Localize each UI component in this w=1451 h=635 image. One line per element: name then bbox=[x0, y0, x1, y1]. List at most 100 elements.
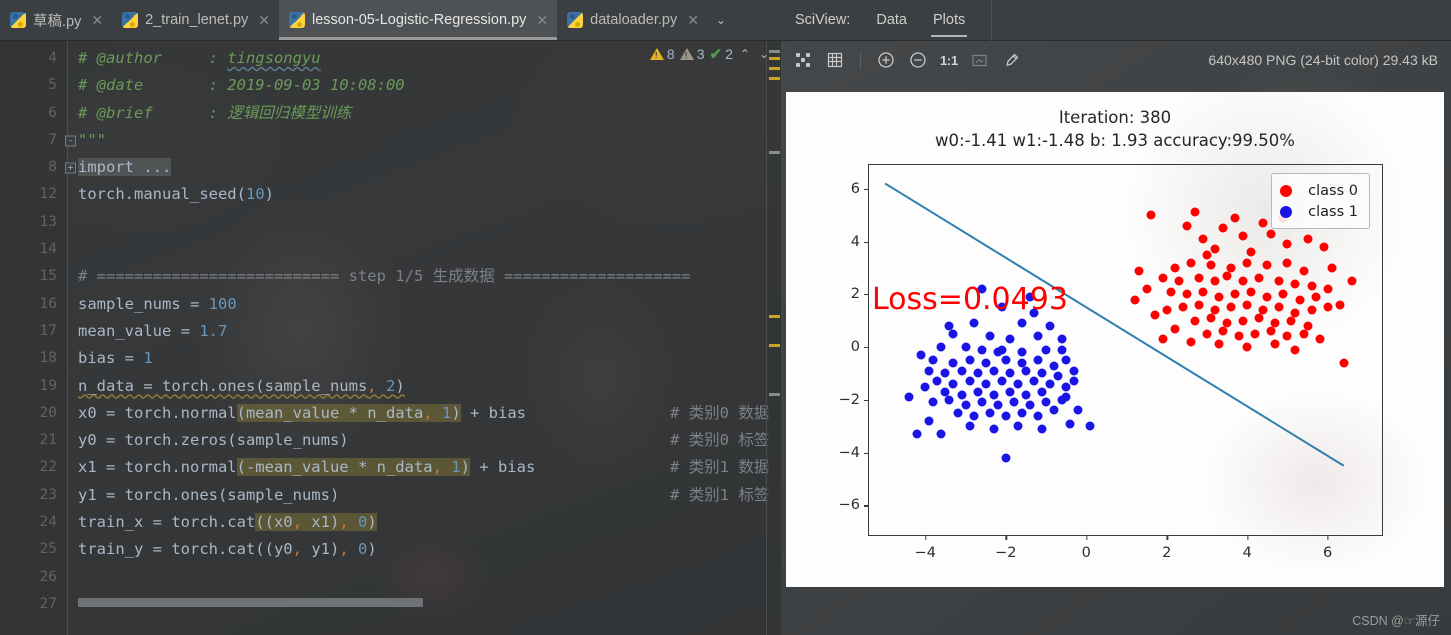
zoom-in-icon[interactable] bbox=[876, 50, 896, 70]
code-token: , bbox=[339, 513, 349, 532]
y-axis-tick-label: −6 bbox=[839, 497, 870, 513]
line-number: 7- bbox=[0, 127, 76, 154]
watermark-label: CSDN @☞源仔 bbox=[1352, 614, 1440, 628]
actual-size-button[interactable]: 1:1 bbox=[940, 53, 958, 68]
tab-plots[interactable]: Plots bbox=[930, 0, 968, 41]
code-token: 0 bbox=[358, 513, 368, 532]
code-line: train_x = torch.cat((x0, x1), 0) bbox=[68, 509, 781, 536]
code-token: train_y = torch.cat((y0 bbox=[78, 540, 293, 559]
python-file-icon bbox=[122, 12, 139, 28]
plot-image[interactable]: Iteration: 380 w0:-1.41 w1:-1.48 b: 1.93… bbox=[786, 92, 1444, 587]
line-number: 23 bbox=[39, 486, 57, 503]
code-token: sample_nums = bbox=[78, 294, 209, 313]
legend-marker-class1 bbox=[1280, 205, 1293, 218]
code-inline-comment: # 类别1 标签 bbox=[670, 485, 770, 504]
code-line: y1 = torch.ones(sample_nums) # 类别1 标签 bbox=[68, 482, 781, 509]
ok-count: 2 bbox=[725, 46, 733, 62]
editor-marker[interactable] bbox=[769, 315, 780, 318]
code-token: (-mean_value * n_data bbox=[236, 458, 433, 477]
code-token: 100 bbox=[208, 294, 237, 313]
editor-tab[interactable]: lesson-05-Logistic-Regression.py ✕ bbox=[279, 0, 558, 40]
code-token: # @author : bbox=[78, 49, 228, 67]
editor-tab-bar: 草稿.py ✕ 2_train_lenet.py ✕ lesson-05-Logisti… bbox=[0, 0, 781, 41]
code-token: tingsongyu bbox=[227, 49, 321, 67]
eyedropper-icon[interactable] bbox=[1002, 50, 1022, 70]
line-number: 13 bbox=[39, 213, 57, 230]
editor-body: 4 5 6 7-8 +12 13 14 15 16 17 18 19 20 21 22 23 24 25 26 27 … bbox=[0, 41, 781, 635]
code-token: ) bbox=[264, 185, 274, 204]
editor-marker[interactable] bbox=[769, 393, 780, 396]
close-icon[interactable]: ✕ bbox=[91, 13, 103, 27]
plot-axes: class 0 class 1 −6 −4 −2 0 2 4 6 −4 −2 0 2 4 6 bbox=[839, 164, 1383, 561]
close-icon[interactable]: ✕ bbox=[536, 13, 548, 27]
code-token: 10 bbox=[245, 185, 265, 204]
weak-warning-count: 3 bbox=[696, 46, 705, 62]
line-number: 19 bbox=[39, 377, 57, 394]
editor-tab[interactable]: 草稿.py ✕ bbox=[0, 0, 112, 40]
code-token: x1) bbox=[301, 513, 340, 532]
python-file-icon bbox=[289, 12, 305, 28]
tab-data[interactable]: Data bbox=[876, 0, 907, 41]
sciview-header: SciView: Data Plots bbox=[781, 0, 1451, 41]
editor-tab[interactable]: dataloader.py ✕ bbox=[557, 0, 708, 40]
plot-legend: class 0 class 1 bbox=[1271, 173, 1370, 229]
editor-marker[interactable] bbox=[769, 151, 780, 154]
legend-marker-class0 bbox=[1280, 184, 1293, 197]
weak-warning-indicator[interactable]: 3 bbox=[679, 46, 705, 62]
y-axis-tick-label: 0 bbox=[851, 339, 870, 355]
code-token: 1 bbox=[451, 458, 461, 477]
line-number: 21 bbox=[39, 432, 57, 449]
editor-tab[interactable]: 2_train_lenet.py ✕ bbox=[112, 0, 279, 40]
plot-title: Iteration: 380 w0:-1.41 w1:-1.48 b: 1.93… bbox=[786, 106, 1444, 152]
select-region-icon[interactable] bbox=[970, 50, 990, 70]
editor-tab-label: dataloader.py bbox=[590, 12, 678, 28]
code-line: torch.manual_seed(10) bbox=[68, 181, 781, 208]
line-number: 15 bbox=[39, 268, 57, 285]
ok-indicator[interactable]: ✔ 2 bbox=[710, 46, 733, 62]
code-inline-comment: # 类别0 标签 bbox=[670, 431, 770, 450]
editor-marker-strip[interactable] bbox=[766, 41, 781, 635]
plot-title-line1: Iteration: 380 bbox=[1058, 108, 1172, 127]
zoom-out-icon[interactable] bbox=[908, 50, 928, 70]
check-mark-icon: ✔ bbox=[709, 45, 723, 63]
code-token bbox=[432, 403, 442, 422]
code-token: ) bbox=[395, 376, 405, 395]
sciview-panel: SciView: Data Plots 1:1 640x480 PNG (24-… bbox=[781, 0, 1451, 635]
code-inline-comment: # 类别0 数据 bbox=[670, 403, 770, 422]
close-icon[interactable]: ✕ bbox=[258, 13, 270, 27]
code-text-area[interactable]: # @author : tingsongyu # @date : 2019-09-… bbox=[68, 41, 781, 635]
editor-tab-label: 草稿.py bbox=[33, 13, 82, 30]
line-number: 20 bbox=[39, 404, 57, 421]
previous-problem-button[interactable]: ⌃ bbox=[738, 47, 752, 61]
code-line: # @brief : 逻辑回归模型训练 bbox=[68, 100, 781, 127]
warning-triangle-icon bbox=[649, 48, 664, 60]
line-number: 25 bbox=[39, 541, 57, 558]
x-axis-tick-label: 0 bbox=[1082, 535, 1091, 561]
code-token: , bbox=[432, 458, 442, 477]
code-token: """ bbox=[78, 130, 106, 149]
next-problem-button[interactable]: ⌄ bbox=[757, 47, 771, 61]
fit-to-window-icon[interactable] bbox=[793, 50, 813, 70]
editor-marker[interactable] bbox=[769, 77, 780, 80]
legend-entry: class 1 bbox=[1280, 201, 1358, 222]
code-line: mean_value = 1.7 bbox=[68, 318, 781, 345]
code-line: import ... bbox=[68, 154, 781, 181]
application-window: 草稿.py ✕ 2_train_lenet.py ✕ lesson-05-Logisti… bbox=[0, 0, 1451, 635]
warning-indicator[interactable]: 8 bbox=[649, 46, 675, 62]
grid-icon[interactable] bbox=[825, 50, 845, 70]
sciview-label: SciView: bbox=[795, 12, 851, 28]
sciview-header-left: SciView: Data Plots bbox=[781, 0, 993, 41]
inspection-widget: 8 3 ✔ 2 ⌃ ⌄ bbox=[649, 46, 771, 62]
editor-marker[interactable] bbox=[769, 67, 780, 70]
line-number: 22 bbox=[39, 459, 57, 476]
editor-marker[interactable] bbox=[769, 344, 780, 347]
x-axis-tick-label: 2 bbox=[1162, 535, 1171, 561]
line-number: 27 bbox=[39, 595, 57, 612]
editor-horizontal-scrollbar[interactable] bbox=[78, 598, 423, 607]
chevron-down-icon[interactable]: ⌄ bbox=[708, 0, 734, 40]
close-icon[interactable]: ✕ bbox=[687, 13, 699, 27]
x-axis-tick-label: −4 bbox=[915, 535, 936, 561]
code-token bbox=[441, 458, 452, 477]
code-token: , bbox=[339, 540, 349, 559]
